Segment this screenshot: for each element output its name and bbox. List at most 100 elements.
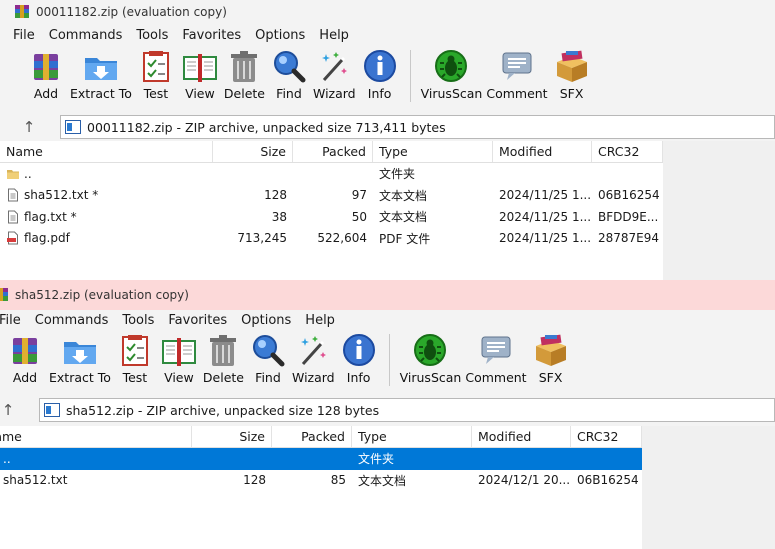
table-row[interactable]: .. 文件夹 (0, 163, 663, 185)
extract-to-button[interactable]: Extract To (47, 332, 113, 385)
cell-modified: 2024/11/25 1... (499, 188, 592, 203)
find-button[interactable]: Find (267, 48, 311, 101)
view-book-icon (182, 54, 217, 82)
column-type[interactable]: Type (352, 426, 472, 447)
info-icon (342, 334, 375, 366)
column-size[interactable]: Size (213, 141, 293, 162)
menu-file[interactable]: File (6, 28, 42, 43)
toolbar-label: Wizard (291, 370, 335, 385)
toolbar-label: Add (33, 86, 59, 101)
info-button[interactable]: Info (337, 332, 381, 385)
cell-modified: 2024/12/1 20... (478, 473, 571, 488)
toolbar-label: VirusScan (399, 370, 462, 385)
toolbar-label: Delete (202, 370, 244, 385)
column-modified[interactable]: Modified (472, 426, 571, 447)
menu-file[interactable]: File (0, 313, 28, 328)
find-magnifier-icon (252, 335, 285, 367)
menu-commands[interactable]: Commands (28, 313, 116, 328)
toolbar-label: Info (346, 370, 371, 385)
cell-crc32: 06B16254 (598, 188, 660, 203)
table-row[interactable]: .. 文件夹 (0, 448, 642, 470)
cell-packed: 97 (351, 188, 367, 203)
add-button[interactable]: Add (3, 332, 47, 385)
comment-button[interactable]: Comment (484, 48, 549, 101)
up-arrow-icon[interactable]: ↑ (14, 118, 44, 136)
sfx-button[interactable]: SFX (550, 48, 594, 101)
menu-bar: File Commands Tools Favorites Options He… (0, 309, 775, 331)
column-crc32[interactable]: CRC32 (571, 426, 642, 447)
menu-tools[interactable]: Tools (129, 28, 175, 43)
menu-help[interactable]: Help (312, 28, 356, 43)
add-button[interactable]: Add (24, 48, 68, 101)
test-button[interactable]: Test (134, 48, 178, 101)
virusscan-button[interactable]: VirusScan (398, 332, 464, 385)
table-row[interactable]: sha512.txt * 128 97 文本文档 2024/11/25 1... 06B1… (0, 185, 663, 207)
cell-modified (472, 448, 571, 470)
column-modified[interactable]: Modified (493, 141, 592, 162)
column-type[interactable]: Type (373, 141, 493, 162)
delete-button[interactable]: Delete (201, 332, 246, 385)
file-name: .. (3, 451, 11, 466)
view-book-icon (161, 338, 196, 366)
menu-favorites[interactable]: Favorites (175, 28, 248, 43)
sfx-box-icon (556, 50, 587, 82)
test-button[interactable]: Test (113, 332, 157, 385)
file-name: .. (24, 166, 32, 181)
view-button[interactable]: View (157, 332, 201, 385)
cell-size (192, 448, 272, 470)
toolbar-label: Comment (486, 86, 548, 101)
cell-size: 128 (264, 188, 287, 203)
sfx-button[interactable]: SFX (529, 332, 573, 385)
delete-button[interactable]: Delete (222, 48, 267, 101)
cell-size: 713,245 (237, 231, 287, 246)
title-bar[interactable]: 00011182.zip (evaluation copy) (0, 0, 775, 24)
window-title: sha512.zip (evaluation copy) (15, 288, 189, 302)
menu-options[interactable]: Options (234, 313, 298, 328)
zip-archive-icon (65, 120, 81, 134)
wizard-button[interactable]: Wizard (290, 332, 337, 385)
find-button[interactable]: Find (246, 332, 290, 385)
column-packed[interactable]: Packed (293, 141, 373, 162)
pdf-file-icon (7, 231, 18, 245)
file-rows: .. 文件夹 sha512.txt 128 85 文本文档 2024/12/1 20... 0… (0, 448, 642, 491)
menu-help[interactable]: Help (298, 313, 342, 328)
menu-options[interactable]: Options (248, 28, 312, 43)
address-field[interactable]: sha512.zip - ZIP archive, unpacked size … (39, 398, 775, 422)
cell-size (213, 163, 293, 185)
column-size[interactable]: Size (192, 426, 272, 447)
text-file-icon (8, 210, 18, 224)
column-packed[interactable]: Packed (272, 426, 352, 447)
comment-button[interactable]: Comment (463, 332, 528, 385)
column-crc32[interactable]: CRC32 (592, 141, 663, 162)
virusscan-bug-icon (435, 50, 468, 82)
extract-to-button[interactable]: Extract To (68, 48, 134, 101)
title-bar[interactable]: sha512.zip (evaluation copy) (0, 280, 775, 310)
winrar-window-00011182: 00011182.zip (evaluation copy) File Comm… (0, 0, 775, 280)
window-title: 00011182.zip (evaluation copy) (36, 5, 227, 19)
cell-crc32 (592, 163, 663, 185)
table-row[interactable]: flag.pdf 713,245 522,604 PDF 文件 2024/11/25 1… (0, 228, 663, 250)
address-bar: ↑ sha512.zip - ZIP archive, unpacked siz… (0, 397, 775, 423)
cell-packed (272, 448, 352, 470)
menu-bar: File Commands Tools Favorites Options He… (0, 24, 775, 46)
table-row[interactable]: sha512.txt 128 85 文本文档 2024/12/1 20... 06B162… (0, 470, 642, 492)
address-field[interactable]: 00011182.zip - ZIP archive, unpacked siz… (60, 115, 775, 139)
menu-tools[interactable]: Tools (115, 313, 161, 328)
menu-favorites[interactable]: Favorites (161, 313, 234, 328)
wizard-button[interactable]: Wizard (311, 48, 358, 101)
column-name[interactable]: Name (0, 426, 192, 447)
toolbar-label: SFX (559, 86, 584, 101)
virusscan-button[interactable]: VirusScan (419, 48, 485, 101)
file-name: sha512.txt * (24, 188, 99, 203)
info-button[interactable]: Info (358, 48, 402, 101)
cell-modified: 2024/11/25 1... (499, 231, 592, 246)
cell-crc32: 06B16254 (577, 473, 639, 488)
view-button[interactable]: View (178, 48, 222, 101)
toolbar-label: Add (12, 370, 38, 385)
toolbar: Add Extract To Test View Delete Find Wizard Inf… (0, 48, 775, 106)
table-row[interactable]: flag.txt * 38 50 文本文档 2024/11/25 1... BFDD9E.… (0, 206, 663, 228)
up-arrow-icon[interactable]: ↑ (0, 401, 23, 419)
menu-commands[interactable]: Commands (42, 28, 130, 43)
desktop: 00011182.zip (evaluation copy) File Comm… (0, 0, 775, 549)
column-name[interactable]: Name (0, 141, 213, 162)
